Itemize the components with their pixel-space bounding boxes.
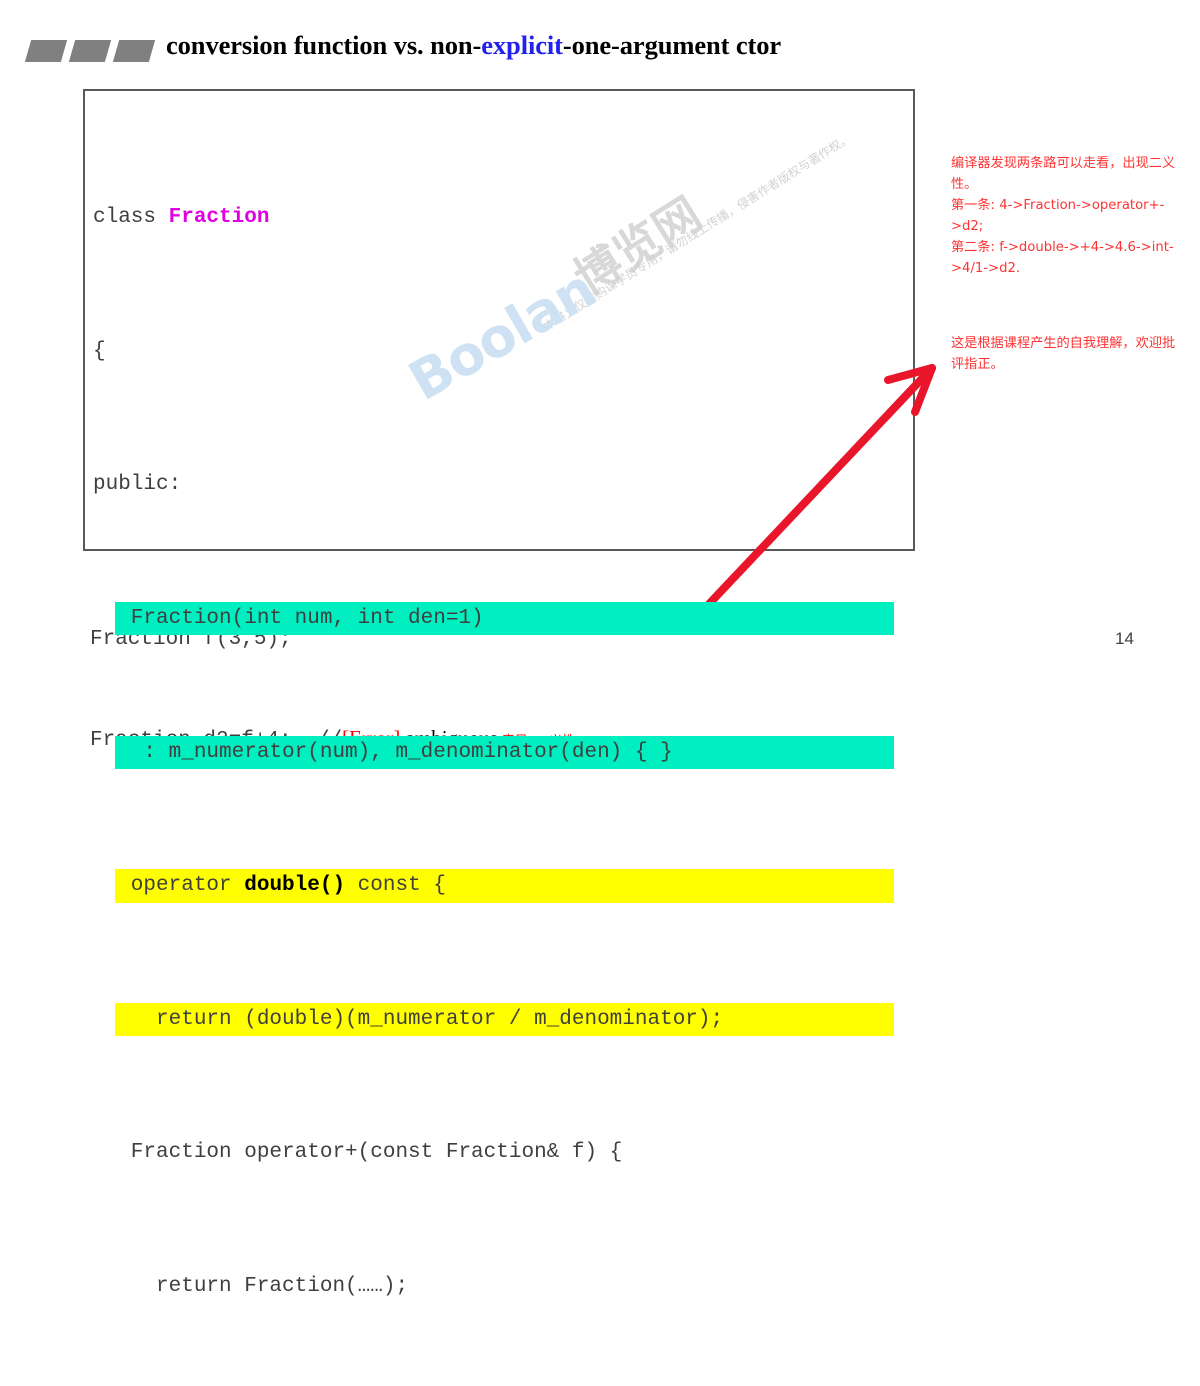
code-text: return (double)(m_numerator / m_denomina…	[93, 1007, 724, 1031]
bottom-code-line-1: Fraction f(3,5);	[90, 628, 292, 651]
code-text: return Fraction(……);	[93, 1275, 409, 1299]
parallelogram-icon-1	[24, 40, 68, 62]
page-number: 14	[1115, 629, 1134, 648]
bottom-code-cn-note: 奇异, 二义性	[497, 734, 576, 749]
title-keyword-explicit: explicit	[481, 30, 563, 60]
parallelogram-icon-2	[68, 40, 112, 62]
parallelogram-icon-3	[112, 40, 156, 62]
bottom-code-prefix: Fraction d2=f+4; //	[90, 729, 343, 752]
title-bullet-marks	[24, 40, 156, 62]
title-suffix: -one-argument ctor	[562, 30, 782, 60]
code-text-tail: const {	[345, 874, 446, 898]
code-line-highlighted: operator double() const {	[83, 869, 915, 903]
code-line: Fraction operator+(const Fraction& f) {	[83, 1136, 915, 1169]
code-text: operator	[93, 874, 245, 898]
ambiguous-label: ambiguous	[400, 726, 498, 750]
bottom-code-line-2: Fraction d2=f+4; //[Error] ambiguous 奇异,…	[90, 722, 575, 758]
page-title: conversion function vs. non-explicit-one…	[166, 30, 781, 61]
annotation-explanation-1: 编译器发现两条路可以走看，出现二义性。 第一条: 4->Fraction->op…	[951, 156, 1176, 276]
highlight-band-yellow	[115, 869, 894, 903]
title-prefix: conversion function vs. non-	[166, 30, 482, 60]
code-line: return Fraction(……);	[83, 1270, 915, 1303]
bottom-code-block: Fraction f(3,5); Fraction d2=f+4; //[Err…	[90, 557, 575, 791]
code-keyword-double: double()	[244, 874, 346, 898]
error-label: [Error]	[342, 726, 401, 750]
annotation-explanation-2: 这是根据课程产生的自我理解，欢迎批评指正。	[951, 336, 1176, 372]
slide-title-row: conversion function vs. non-explicit-one…	[0, 30, 1000, 70]
code-block-border	[83, 89, 915, 551]
highlight-band-yellow	[115, 1002, 894, 1037]
code-text: Fraction operator+(const Fraction& f) {	[93, 1141, 623, 1165]
code-line-highlighted: return (double)(m_numerator / m_denomina…	[83, 1002, 915, 1037]
